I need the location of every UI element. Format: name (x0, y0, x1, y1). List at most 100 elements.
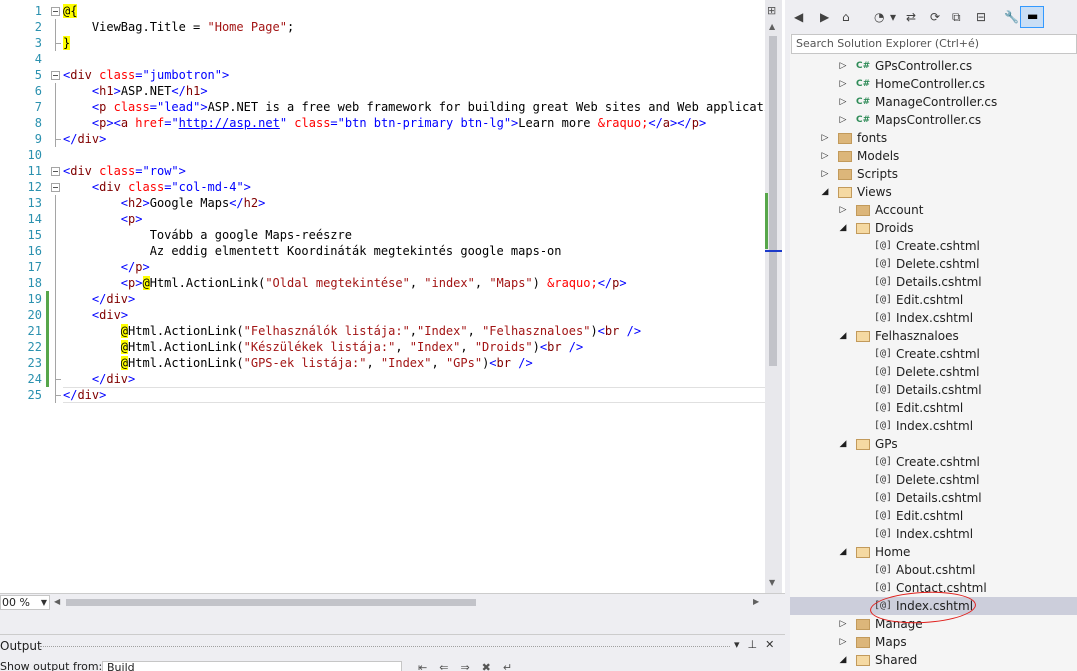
outline-mark[interactable] (50, 179, 62, 195)
tree-item[interactable]: ▷ Account (790, 201, 1077, 219)
chevron-down-icon[interactable]: ▾ (890, 10, 896, 24)
collapsed-arrow-icon[interactable]: ▷ (838, 75, 848, 93)
code-line[interactable]: <div class="jumbotron"> (63, 67, 765, 83)
outline-mark[interactable] (50, 3, 62, 19)
code-line[interactable]: @Html.ActionLink("Felhasználók listája:"… (63, 323, 765, 339)
tree-item[interactable]: [@] Edit.cshtml (790, 507, 1077, 525)
tree-item[interactable]: ◢ Views (790, 183, 1077, 201)
prev-message-icon[interactable]: ⇐ (439, 661, 448, 671)
code-line[interactable]: Tovább a google Maps-reészre (63, 227, 765, 243)
collapsed-arrow-icon[interactable]: ▷ (838, 615, 848, 633)
expanded-arrow-icon[interactable]: ◢ (838, 327, 848, 345)
sync-icon[interactable]: ⇄ (906, 10, 916, 24)
code-line[interactable]: ​ (63, 147, 765, 163)
tree-item[interactable]: [@] Edit.cshtml (790, 399, 1077, 417)
scroll-down-icon[interactable]: ▼ (769, 578, 775, 587)
collapsed-arrow-icon[interactable]: ▷ (838, 57, 848, 75)
code-line[interactable]: Az eddig elmentett Koordináták megtekint… (63, 243, 765, 259)
expanded-arrow-icon[interactable]: ◢ (838, 543, 848, 561)
tree-item[interactable]: [@] Delete.cshtml (790, 363, 1077, 381)
collapse-icon[interactable] (51, 183, 60, 192)
outline-mark[interactable] (50, 67, 62, 83)
tree-item[interactable]: [@] About.cshtml (790, 561, 1077, 579)
expanded-arrow-icon[interactable]: ◢ (820, 183, 830, 201)
code-text[interactable]: @{ ViewBag.Title = "Home Page";}​<div cl… (63, 3, 765, 403)
back-icon[interactable]: ◀ (794, 10, 803, 24)
code-line[interactable]: <div class="row"> (63, 163, 765, 179)
forward-icon[interactable]: ▶ (820, 10, 829, 24)
pending-changes-icon[interactable]: ◔ (874, 10, 884, 24)
tree-item[interactable]: ◢ Droids (790, 219, 1077, 237)
scroll-left-icon[interactable]: ◀ (54, 597, 60, 606)
code-line[interactable]: <h2>Google Maps</h2> (63, 195, 765, 211)
code-line[interactable]: </div> (63, 291, 765, 307)
code-line[interactable]: </div> (63, 371, 765, 387)
code-line[interactable]: </p> (63, 259, 765, 275)
vertical-scrollbar[interactable]: ⊞ ▲ ▼ (765, 0, 782, 593)
dropdown-icon[interactable]: ▾ (734, 638, 740, 651)
horizontal-scroll-thumb[interactable] (66, 599, 476, 606)
pin-icon[interactable]: ⊥ (748, 638, 758, 651)
code-line[interactable]: } (63, 35, 765, 51)
code-line[interactable]: <h1>ASP.NET</h1> (63, 83, 765, 99)
refresh-icon[interactable]: ⟳ (930, 10, 940, 24)
collapsed-arrow-icon[interactable]: ▷ (838, 93, 848, 111)
collapse-icon[interactable] (51, 7, 60, 16)
tree-item[interactable]: ◢ GPs (790, 435, 1077, 453)
clear-all-icon[interactable]: ✖ (482, 661, 491, 671)
code-line[interactable]: @Html.ActionLink("Készülékek listája:", … (63, 339, 765, 355)
output-source-select[interactable]: Build (102, 661, 402, 671)
tree-item[interactable]: [@] Edit.cshtml (790, 291, 1077, 309)
tree-item[interactable]: ◢ Felhasznaloes (790, 327, 1077, 345)
zoom-dropdown[interactable]: 00 % ▼ (0, 595, 50, 610)
tree-item[interactable]: ▷ C# ManageController.cs (790, 93, 1077, 111)
find-message-icon[interactable]: ⇤ (418, 661, 427, 671)
code-line[interactable]: <div class="col-md-4"> (63, 179, 765, 195)
tree-item[interactable]: ▷ Scripts (790, 165, 1077, 183)
collapsed-arrow-icon[interactable]: ▷ (838, 633, 848, 651)
collapsed-arrow-icon[interactable]: ▷ (838, 201, 848, 219)
code-line[interactable]: @{ (63, 3, 765, 19)
tree-item[interactable]: [@] Create.cshtml (790, 237, 1077, 255)
tree-item[interactable]: ▷ fonts (790, 129, 1077, 147)
tree-item[interactable]: [@] Index.cshtml (790, 417, 1077, 435)
tree-item[interactable]: ▷ Models (790, 147, 1077, 165)
tree-item[interactable]: [@] Index.cshtml (790, 525, 1077, 543)
code-line[interactable]: <p><a href="http://asp.net" class="btn b… (63, 115, 765, 131)
expanded-arrow-icon[interactable]: ◢ (838, 435, 848, 453)
tree-item[interactable]: [@] Create.cshtml (790, 453, 1077, 471)
tree-item[interactable]: ▷ C# GPsController.cs (790, 57, 1077, 75)
show-all-files-icon[interactable]: ⊟ (976, 10, 986, 24)
collapsed-arrow-icon[interactable]: ▷ (838, 111, 848, 129)
code-line[interactable]: <p class="lead">ASP.NET is a free web fr… (63, 99, 765, 115)
tree-item[interactable]: [@] Delete.cshtml (790, 471, 1077, 489)
expanded-arrow-icon[interactable]: ◢ (838, 219, 848, 237)
tree-item[interactable]: [@] Delete.cshtml (790, 255, 1077, 273)
outline-mark[interactable] (50, 163, 62, 179)
scroll-right-icon[interactable]: ▶ (753, 597, 759, 606)
split-window-icon[interactable]: ⊞ (767, 4, 779, 18)
outlining-margin[interactable] (50, 3, 62, 403)
code-line[interactable]: </div> (63, 131, 765, 147)
code-line[interactable]: </div> (63, 387, 765, 403)
scroll-up-icon[interactable]: ▲ (769, 22, 775, 31)
code-line[interactable]: ViewBag.Title = "Home Page"; (63, 19, 765, 35)
tree-item[interactable]: ▷ C# MapsController.cs (790, 111, 1077, 129)
preview-selected-button[interactable]: ▬ (1020, 6, 1044, 28)
collapse-icon[interactable] (51, 71, 60, 80)
collapse-icon[interactable] (51, 167, 60, 176)
code-line[interactable]: <p>@Html.ActionLink("Oldal megtekintése"… (63, 275, 765, 291)
collapsed-arrow-icon[interactable]: ▷ (820, 147, 830, 165)
vertical-scroll-thumb[interactable] (769, 36, 777, 366)
collapse-all-icon[interactable]: ⧉ (952, 10, 961, 25)
word-wrap-icon[interactable]: ↵ (503, 661, 512, 671)
home-icon[interactable]: ⌂ (842, 10, 850, 24)
code-line[interactable]: <p> (63, 211, 765, 227)
tree-item[interactable]: [@] Details.cshtml (790, 489, 1077, 507)
code-line[interactable]: <div> (63, 307, 765, 323)
collapsed-arrow-icon[interactable]: ▷ (820, 129, 830, 147)
tree-item[interactable]: [@] Details.cshtml (790, 273, 1077, 291)
expanded-arrow-icon[interactable]: ◢ (838, 651, 848, 669)
tree-item[interactable]: ◢ Home (790, 543, 1077, 561)
collapsed-arrow-icon[interactable]: ▷ (820, 165, 830, 183)
